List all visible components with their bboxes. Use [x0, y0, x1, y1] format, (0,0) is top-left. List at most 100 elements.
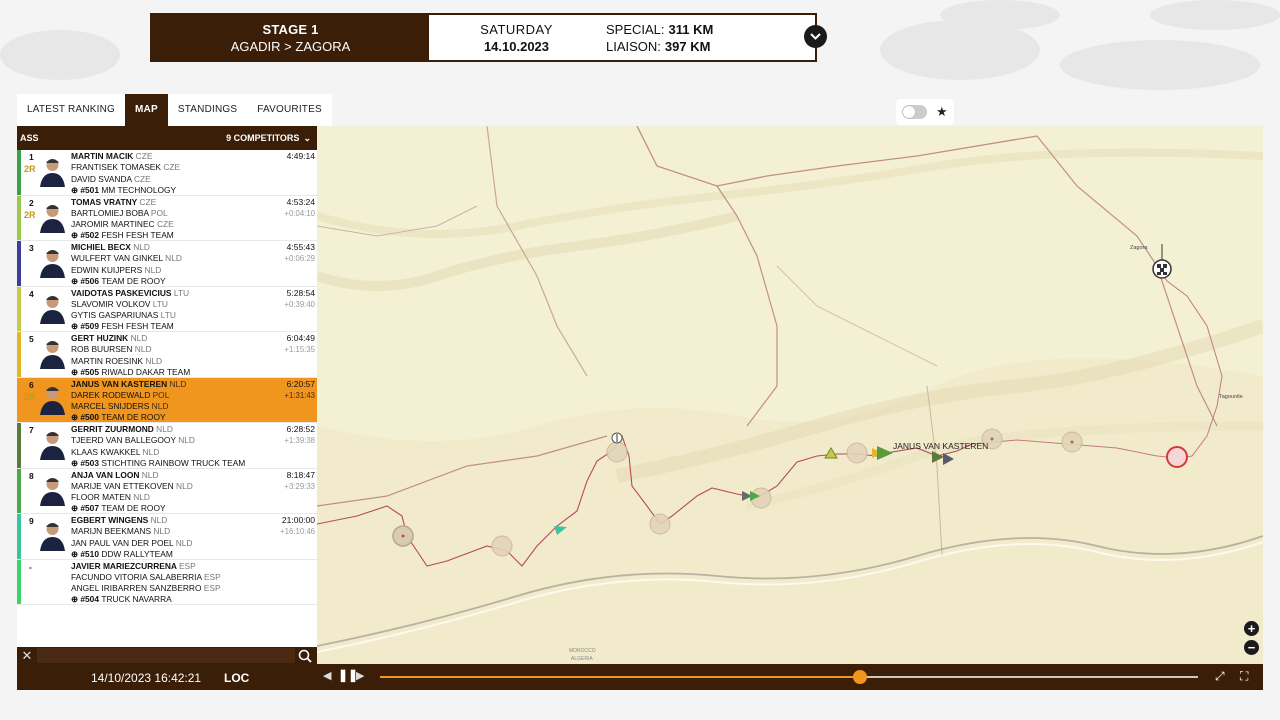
competitor-filter-dropdown[interactable]: 9 COMPETITORS ⌄	[226, 133, 311, 144]
expand-stage-button[interactable]	[804, 25, 827, 48]
vehicle-icon: ⊕	[71, 366, 79, 377]
driver-name[interactable]: MARTIN MACIK	[71, 151, 133, 161]
nationality: POL	[150, 207, 168, 218]
playback-bar: 14/10/2023 16:42:21 LOC ◀ ❚❚ ▶ ⤢ ⛶	[17, 664, 1263, 690]
nationality: NLD	[133, 242, 150, 252]
zoom-out-button[interactable]: −	[1244, 640, 1259, 655]
forward-icon[interactable]: ▶	[356, 669, 364, 682]
nationality: ESP	[203, 583, 221, 594]
vehicle-icon: ⊕	[71, 412, 79, 423]
clear-icon[interactable]: ✕	[17, 648, 37, 664]
competitor-row[interactable]: 4 VAIDOTAS PASKEVICIUS LTU SLAVOMIR VOLK…	[17, 286, 317, 333]
team-color-bar	[17, 514, 21, 559]
codriver-name: GYTIS GASPARIUNAS	[71, 310, 159, 321]
waypoint-marker[interactable]	[491, 535, 513, 557]
crew-names: GERRIT ZUURMOND NLD TJEERD VAN BALLEGOOY…	[71, 424, 315, 469]
driver-name[interactable]: MICHIEL BECX	[71, 242, 131, 252]
tab-map[interactable]: MAP	[125, 94, 168, 126]
nationality: ESP	[178, 560, 196, 571]
competitor-row[interactable]: 8 ANJA VAN LOON NLD MARIJE VAN ETTEKOVEN…	[17, 468, 317, 514]
competitor-row[interactable]: 6 2R JANUS VAN KASTEREN NLD DAREK RODEWA…	[17, 377, 317, 423]
position: 6	[29, 379, 34, 390]
vehicle-icon: ⊕	[71, 548, 79, 559]
category-label: ASS	[20, 133, 39, 143]
driver-name[interactable]: JANUS VAN KASTEREN	[71, 379, 167, 389]
position: 4	[29, 288, 34, 299]
competitor-panel: ASS 9 COMPETITORS ⌄ 1 2R MARTIN MACIK CZE…	[17, 126, 317, 664]
waypoint-marker[interactable]	[606, 441, 628, 463]
competitor-row[interactable]: - JAVIER MARIEZCURRENA ESP FACUNDO VITOR…	[17, 559, 317, 606]
start-flag-icon	[611, 432, 623, 444]
crew-names: MARTIN MACIK CZE FRANTISEK TOMASEK CZE D…	[71, 151, 315, 196]
waypoint-marker[interactable]	[846, 442, 868, 464]
team-name: MM TECHNOLOGY	[101, 184, 177, 195]
stage-day: SATURDAY	[480, 21, 553, 37]
time-block: 8:18:47 +3:29:33	[284, 470, 315, 493]
rewind-icon[interactable]: ◀	[323, 669, 331, 682]
driver-name[interactable]: VAIDOTAS PASKEVICIUS	[71, 288, 172, 298]
competitor-row[interactable]: 1 2R MARTIN MACIK CZE FRANTISEK TOMASEK …	[17, 150, 317, 196]
team-name: TRUCK NAVARRA	[101, 594, 172, 605]
codriver-name: MARIJN BEEKMANS	[71, 526, 152, 537]
time-gap: +1:39:38	[284, 436, 315, 446]
nationality: NLD	[134, 344, 152, 355]
tab-favourites[interactable]: FAVOURITES	[247, 94, 332, 126]
search-icon[interactable]	[295, 649, 315, 663]
crew-names: VAIDOTAS PASKEVICIUS LTU SLAVOMIR VOLKOV…	[71, 288, 315, 333]
codriver-name: ROB BUURSEN	[71, 344, 133, 355]
liaison-value: 397 KM	[664, 38, 711, 54]
finish-marker[interactable]	[1166, 446, 1188, 468]
crew-names: JAVIER MARIEZCURRENA ESP FACUNDO VITORIA…	[71, 561, 315, 606]
fullscreen-icon[interactable]: ⛶	[1240, 669, 1248, 684]
badge: 2R	[24, 391, 36, 402]
badge: 2R	[24, 209, 36, 220]
vehicle-icon: ⊕	[71, 503, 79, 514]
special-value: 311 KM	[668, 21, 714, 37]
search-input[interactable]	[37, 648, 295, 663]
driver-name[interactable]: GERRIT ZUURMOND	[71, 424, 154, 434]
competitor-row[interactable]: 5 GERT HUZINK NLD ROB BUURSEN NLD MARTIN…	[17, 332, 317, 378]
stage-time: 4:55:43	[286, 242, 315, 252]
stage-name: STAGE 1	[262, 21, 319, 37]
time-gap: +3:29:33	[284, 481, 315, 491]
time-block: 21:00:00 +16:10:46	[280, 515, 315, 538]
time-gap: +0:39:40	[284, 299, 315, 309]
chevron-down-icon	[810, 33, 821, 40]
route-icon[interactable]: ⤢	[1215, 669, 1225, 684]
codriver-name: FLOOR MATEN	[71, 492, 131, 503]
waypoint-marker[interactable]	[649, 513, 671, 535]
stage-time: 8:18:47	[286, 469, 315, 480]
nationality: NLD	[141, 469, 159, 480]
toggle-switch[interactable]	[902, 105, 927, 119]
map-view[interactable]: MOROCCO ALGERIA Zagora Tagounite JANUS V…	[317, 126, 1263, 664]
competitor-row[interactable]: 7 GERRIT ZUURMOND NLD TJEERD VAN BALLEGO…	[17, 423, 317, 469]
tab-standings[interactable]: STANDINGS	[168, 94, 247, 126]
border-label-morocco: MOROCCO	[569, 648, 596, 654]
liaison-label: LIAISON:	[606, 38, 661, 54]
time-mode[interactable]: LOC	[224, 671, 249, 685]
codriver-name: DAVID SVANDA	[71, 173, 132, 184]
driver-photo	[36, 518, 69, 551]
time-block: 6:28:52 +1:39:38	[284, 424, 315, 447]
driver-name[interactable]: EGBERT WINGENS	[71, 515, 148, 525]
crew-names: GERT HUZINK NLD ROB BUURSEN NLD MARTIN R…	[71, 333, 315, 378]
position: 7	[29, 425, 34, 435]
nationality: NLD	[165, 253, 182, 264]
competitor-row[interactable]: 9 EGBERT WINGENS NLD MARIJN BEEKMANS NLD…	[17, 514, 317, 560]
competitor-row[interactable]: 2 2R TOMAS VRATNY CZE BARTLOMIEJ BOBA PO…	[17, 195, 317, 241]
tab-latest-ranking[interactable]: LATEST RANKING	[17, 94, 125, 126]
timeline-handle[interactable]	[853, 670, 868, 684]
driver-name[interactable]: GERT HUZINK	[71, 333, 128, 343]
zoom-in-button[interactable]: +	[1244, 621, 1259, 636]
map-canvas: MOROCCO ALGERIA Zagora Tagounite JANUS V…	[317, 126, 1263, 664]
favourites-toggle[interactable]: ★	[896, 99, 954, 125]
driver-name[interactable]: JAVIER MARIEZCURRENA	[71, 561, 177, 571]
nationality: CZE	[156, 219, 174, 230]
vehicle-number: #507	[80, 503, 99, 514]
driver-name[interactable]: TOMAS VRATNY	[71, 197, 137, 207]
nationality: LTU	[152, 298, 168, 309]
driver-name[interactable]: ANJA VAN LOON	[71, 470, 139, 480]
timeline-slider[interactable]	[380, 670, 1198, 684]
competitor-row[interactable]: 3 MICHIEL BECX NLD WULFERT VAN GINKEL NL…	[17, 241, 317, 287]
position: 5	[29, 334, 34, 344]
